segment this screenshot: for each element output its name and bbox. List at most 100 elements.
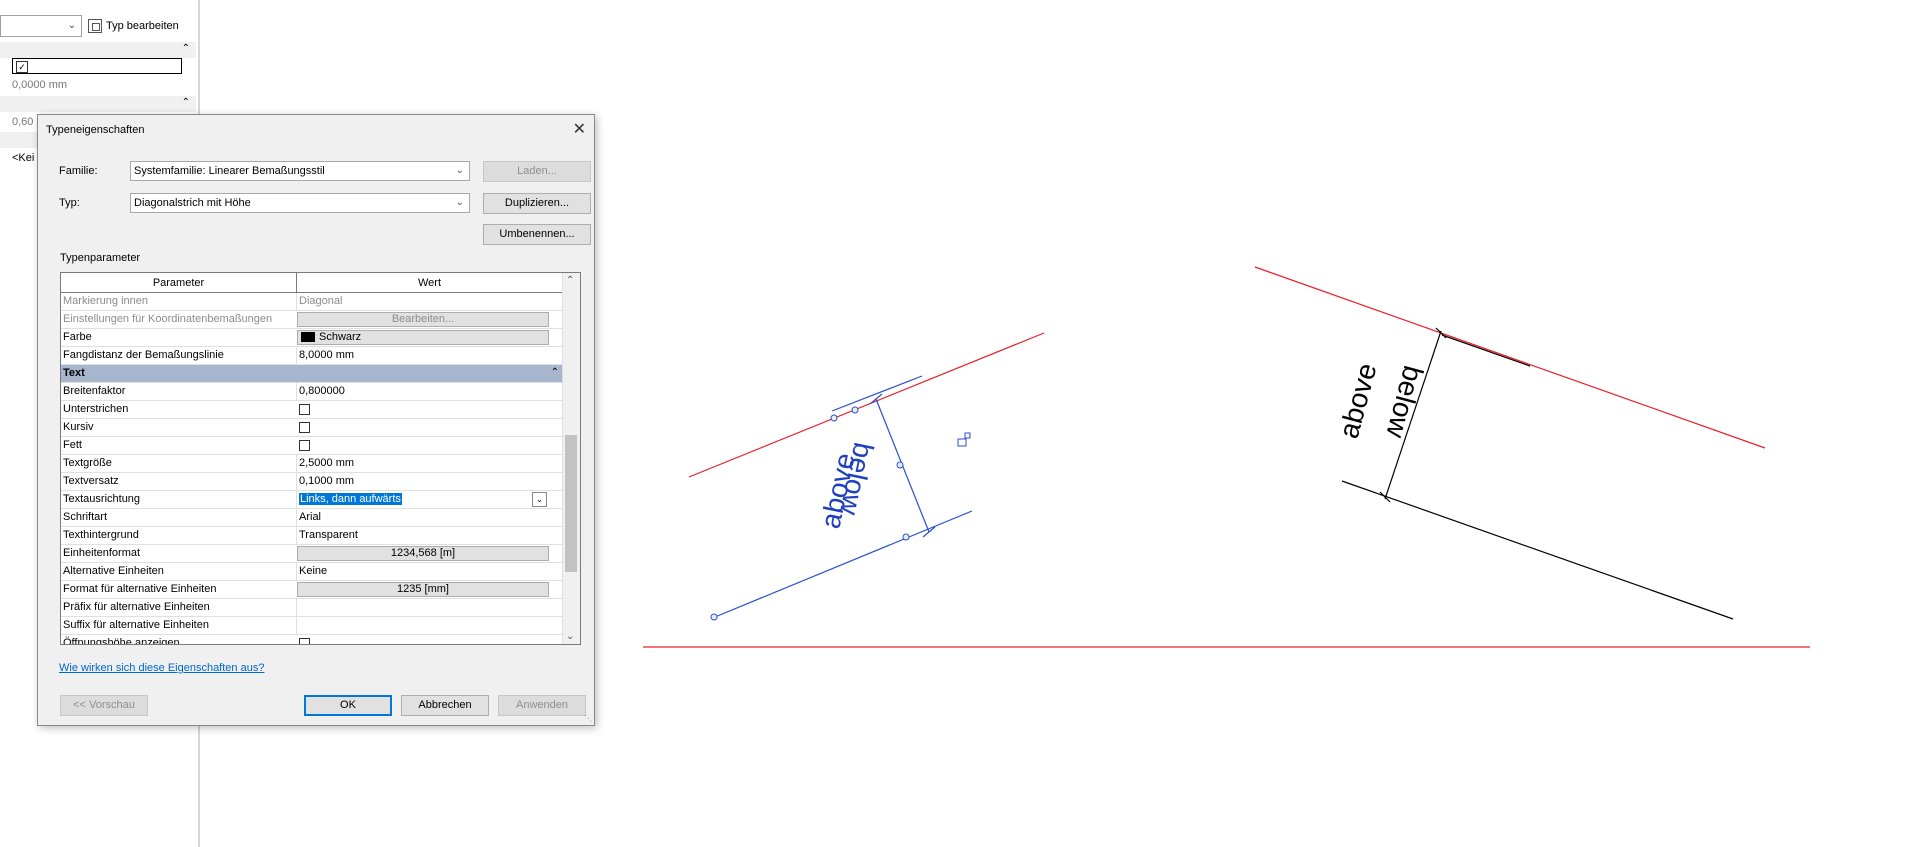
type-parameters-grid[interactable]: Parameter Wert = Markierung innen Diagon…: [60, 272, 581, 645]
table-row[interactable]: Schriftart Arial: [61, 509, 563, 527]
family-select[interactable]: Systemfamilie: Linearer Bemaßungsstil ⌄: [130, 161, 470, 181]
chevron-down-icon: ⌄: [455, 165, 464, 176]
property-value: 0,0000 mm: [12, 79, 68, 91]
param-value: Diagonal: [296, 293, 554, 310]
collapse-icon[interactable]: ⌃: [551, 367, 559, 378]
group-header[interactable]: ⌃: [0, 96, 196, 112]
param-name: Breitenfaktor: [63, 385, 126, 397]
param-value[interactable]: [296, 599, 554, 616]
close-icon[interactable]: ✕: [573, 119, 586, 139]
bold-checkbox[interactable]: [299, 440, 310, 451]
param-name: Unterstrichen: [63, 403, 129, 415]
type-select[interactable]: Diagonalstrich mit Höhe ⌄: [130, 193, 470, 213]
param-name: Textgröße: [63, 457, 112, 469]
dialog-title: Typeneigenschaften: [46, 124, 145, 136]
move-handle-icon[interactable]: [964, 432, 971, 439]
collapse-icon[interactable]: ⌃: [182, 43, 190, 54]
param-value[interactable]: 0,1000 mm: [296, 473, 554, 490]
ok-button[interactable]: OK: [304, 695, 392, 716]
param-name: Markierung innen: [63, 295, 148, 307]
table-row[interactable]: Kursiv: [61, 419, 563, 437]
help-link[interactable]: Wie wirken sich diese Eigenschaften aus?: [59, 662, 264, 674]
param-value[interactable]: Arial: [296, 509, 554, 526]
color-swatch: [301, 332, 315, 343]
chevron-down-icon[interactable]: ⌄: [532, 492, 547, 507]
scrollbar-thumb[interactable]: [565, 435, 577, 572]
column-header-value[interactable]: Wert: [297, 273, 563, 293]
underline-checkbox[interactable]: [299, 404, 310, 415]
type-parameters-label: Typenparameter: [60, 252, 141, 264]
table-row[interactable]: Suffix für alternative Einheiten: [61, 617, 563, 635]
table-row[interactable]: Unterstrichen: [61, 401, 563, 419]
table-row[interactable]: Textausrichtung Links, dann aufwärts ⌄: [61, 491, 563, 509]
table-row[interactable]: Alternative Einheiten Keine: [61, 563, 563, 581]
type-selector-combo[interactable]: ⌄: [0, 15, 82, 37]
black-witness-line-bottom[interactable]: [1341, 480, 1734, 620]
alt-units-format-button[interactable]: 1235 [mm]: [297, 582, 549, 597]
param-value[interactable]: [296, 617, 554, 634]
grip-handle[interactable]: [902, 533, 910, 541]
blue-witness-line-top[interactable]: [831, 375, 923, 412]
units-format-button[interactable]: 1234,568 [m]: [297, 546, 549, 561]
table-row[interactable]: Format für alternative Einheiten 1235 [m…: [61, 581, 563, 599]
apply-button[interactable]: Anwenden: [498, 695, 586, 716]
resize-grip-icon[interactable]: ⋱: [584, 714, 592, 723]
type-value: Diagonalstrich mit Höhe: [134, 197, 251, 209]
table-row[interactable]: Fett: [61, 437, 563, 455]
param-name: Format für alternative Einheiten: [63, 583, 217, 595]
param-name: Einheitenformat: [63, 547, 141, 559]
red-reference-line-right[interactable]: [1254, 266, 1766, 449]
param-value[interactable]: Keine: [296, 563, 554, 580]
italic-checkbox[interactable]: [299, 422, 310, 433]
scroll-up-icon[interactable]: ⌃: [566, 275, 574, 286]
preview-button[interactable]: << Vorschau: [60, 695, 148, 716]
color-picker-button[interactable]: Schwarz: [297, 330, 549, 345]
text-orientation-select[interactable]: Links, dann aufwärts: [296, 491, 554, 508]
grip-handle[interactable]: [896, 461, 904, 469]
property-checkbox-row[interactable]: ✓: [12, 58, 182, 74]
rename-button[interactable]: Umbenennen...: [483, 224, 591, 245]
grip-handle[interactable]: [710, 613, 718, 621]
table-row[interactable]: Präfix für alternative Einheiten: [61, 599, 563, 617]
duplicate-button[interactable]: Duplizieren...: [483, 193, 591, 214]
black-dimension-text-above[interactable]: above: [1333, 360, 1383, 442]
scroll-down-icon[interactable]: ⌄: [566, 631, 574, 642]
param-value[interactable]: Transparent: [296, 527, 554, 544]
cancel-button[interactable]: Abbrechen: [401, 695, 489, 716]
black-dimension-text-below[interactable]: below: [1380, 362, 1429, 441]
group-header[interactable]: ⌃: [0, 42, 196, 58]
grip-handle[interactable]: [851, 406, 859, 414]
group-header-text[interactable]: Text ⌃: [61, 365, 563, 383]
load-button[interactable]: Laden...: [483, 161, 591, 182]
show-opening-height-checkbox[interactable]: [299, 638, 310, 644]
edit-type-label: Typ bearbeiten: [106, 20, 179, 32]
param-value[interactable]: 2,5000 mm: [296, 455, 554, 472]
param-name: Fangdistanz der Bemaßungslinie: [63, 349, 224, 361]
edit-coordinate-settings-button[interactable]: Bearbeiten...: [297, 312, 549, 327]
collapse-icon[interactable]: ⌃: [182, 97, 190, 108]
table-row[interactable]: Einstellungen für Koordinatenbemaßungen …: [61, 311, 563, 329]
move-handle-icon[interactable]: [957, 438, 967, 447]
edit-type-button[interactable]: Typ bearbeiten: [88, 15, 179, 37]
param-name: Kursiv: [63, 421, 94, 433]
black-witness-line[interactable]: [1441, 334, 1531, 367]
type-properties-dialog: Typeneigenschaften ✕ Familie: Systemfami…: [37, 114, 595, 726]
table-row[interactable]: Einheitenformat 1234,568 [m]: [61, 545, 563, 563]
vertical-scrollbar[interactable]: ⌃ ⌄: [562, 273, 580, 644]
column-header-parameter[interactable]: Parameter: [61, 273, 297, 293]
param-value[interactable]: 8,0000 mm: [296, 347, 554, 364]
table-row[interactable]: Farbe Schwarz: [61, 329, 563, 347]
table-row[interactable]: Markierung innen Diagonal: [61, 293, 563, 311]
table-row[interactable]: Texthintergrund Transparent: [61, 527, 563, 545]
table-row[interactable]: Textgröße 2,5000 mm: [61, 455, 563, 473]
checkbox-checked-icon[interactable]: ✓: [16, 61, 28, 73]
param-name: Präfix für alternative Einheiten: [63, 601, 210, 613]
table-row[interactable]: Breitenfaktor 0,800000: [61, 383, 563, 401]
param-value[interactable]: 0,800000: [296, 383, 554, 400]
grip-handle[interactable]: [830, 414, 838, 422]
param-name: Schriftart: [63, 511, 108, 523]
table-row[interactable]: Fangdistanz der Bemaßungslinie 8,0000 mm: [61, 347, 563, 365]
table-row[interactable]: Öffnungshöhe anzeigen: [61, 635, 563, 644]
table-row[interactable]: Textversatz 0,1000 mm: [61, 473, 563, 491]
param-name: Texthintergrund: [63, 529, 139, 541]
